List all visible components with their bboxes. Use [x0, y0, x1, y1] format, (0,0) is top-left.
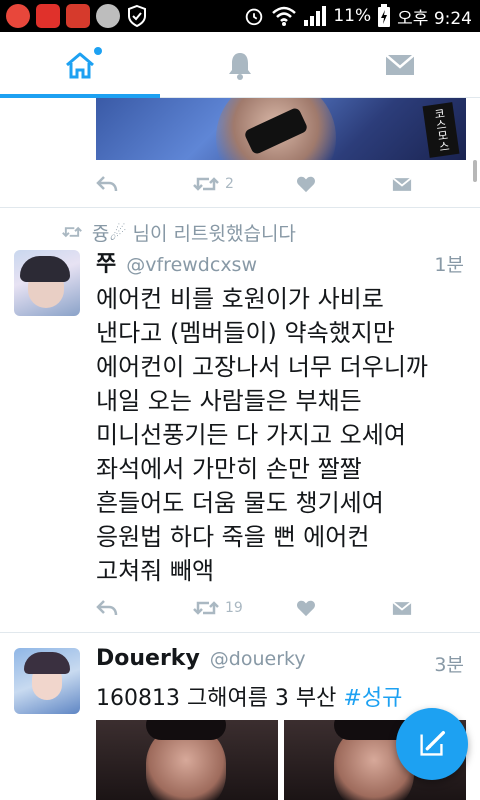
- scrollbar[interactable]: [473, 160, 477, 182]
- image-watermark: 코스모스: [422, 102, 460, 158]
- author-handle[interactable]: @vfrewdcxsw: [126, 254, 257, 276]
- settings-icon: [96, 4, 120, 28]
- avatar-content: [24, 652, 70, 674]
- tweet-timestamp: 1분: [434, 254, 464, 276]
- battery-percent: 11%: [333, 6, 372, 26]
- retweeted-by-label: 즁☄ 님이 리트윗했습니다: [92, 222, 296, 245]
- alarm-icon: [246, 8, 263, 26]
- envelope-icon: [385, 54, 415, 75]
- signal-icon: [304, 6, 327, 26]
- tweet-text-line: 낸다고 (멤버들이) 약속했지만: [96, 319, 395, 347]
- tab-bar: [0, 32, 480, 98]
- reply-button[interactable]: [96, 172, 118, 196]
- compose-tweet-button[interactable]: [396, 708, 468, 780]
- home-icon: [66, 52, 94, 79]
- retweet-button[interactable]: 19: [193, 596, 243, 620]
- reply-button[interactable]: [96, 596, 118, 620]
- tweet-text-line: 응원법 하다 죽을 뻔 에어컨: [96, 523, 370, 551]
- tab-notifications[interactable]: [160, 32, 320, 98]
- clock: 오후 9:24: [397, 8, 472, 29]
- battery-charging-icon: [378, 4, 391, 27]
- tweet-media-image[interactable]: 코스모스: [96, 98, 466, 160]
- tweet-text-line: 에어컨이 고장나서 너무 더우니까: [96, 353, 429, 381]
- bell-icon: [229, 53, 251, 80]
- tweet-text-line: 미니선풍기든 다 가지고 오세여: [96, 421, 406, 449]
- system-indicators: 11% 오후 9:24: [243, 3, 472, 29]
- retweet-count: 2: [225, 176, 234, 192]
- avatar-content: [20, 256, 70, 282]
- retweet-icon: [62, 226, 82, 238]
- tweet-timestamp: 3분: [434, 654, 464, 676]
- tweet-actions: 19: [96, 596, 426, 620]
- avatar[interactable]: [14, 250, 80, 316]
- new-content-dot: [94, 47, 102, 55]
- author-name[interactable]: 쭈: [96, 246, 116, 278]
- hashtag-link[interactable]: #성규: [343, 686, 402, 711]
- tweet-actions: 2: [96, 172, 426, 196]
- tweet-header: 쭈 @vfrewdcxsw: [96, 246, 257, 278]
- tweet-text-line: 흔들어도 더움 물도 챙기세여: [96, 489, 384, 517]
- reply-icon: [96, 176, 118, 192]
- author-handle[interactable]: @douerky: [210, 648, 306, 670]
- tweet-header: Douerky @douerky: [96, 646, 306, 676]
- share-dm-button[interactable]: [392, 172, 412, 196]
- tweet-text[interactable]: 160813 그해여름 3 부산 #성규: [96, 680, 402, 712]
- retweet-icon: [193, 177, 219, 191]
- app-notification-icon: [6, 4, 30, 28]
- avatar[interactable]: [14, 648, 80, 714]
- retweet-button[interactable]: 2: [193, 172, 234, 196]
- heart-icon: [297, 176, 315, 193]
- wifi-icon: [272, 6, 297, 26]
- tab-messages[interactable]: [320, 32, 480, 98]
- tab-home[interactable]: [0, 32, 160, 98]
- tweet-text-line: 내일 오는 사람들은 부채든: [96, 387, 362, 415]
- author-name[interactable]: Douerky: [96, 646, 200, 671]
- compose-icon: [420, 731, 445, 756]
- image-content: [146, 720, 226, 740]
- status-bar: 11% 오후 9:24: [0, 0, 480, 32]
- share-dm-button[interactable]: [392, 596, 412, 620]
- like-button[interactable]: [296, 596, 316, 620]
- app-notification-icon: [66, 4, 90, 28]
- app-notification-icon: [36, 4, 60, 28]
- envelope-icon: [392, 176, 412, 191]
- tweet-text[interactable]: 에어컨 비를 호원이가 사비로 낸다고 (멤버들이) 약속했지만 에어컨이 고장…: [96, 282, 466, 588]
- heart-icon: [297, 600, 315, 617]
- tweet-text-body: 160813 그해여름 3 부산: [96, 686, 344, 711]
- retweet-context[interactable]: 즁☄ 님이 리트윗했습니다: [62, 218, 296, 246]
- tweet-media-image[interactable]: [96, 720, 278, 800]
- reply-icon: [96, 600, 118, 616]
- retweet-icon: [193, 601, 219, 615]
- like-button[interactable]: [296, 172, 316, 196]
- tweet-text-line: 고쳐줘 빼액: [96, 557, 215, 585]
- retweet-count: 19: [225, 600, 243, 616]
- tweet-text-line: 에어컨 비를 호원이가 사비로: [96, 285, 384, 313]
- tweet-divider: [0, 207, 480, 208]
- notification-icons: [6, 4, 148, 28]
- envelope-icon: [392, 600, 412, 615]
- tweet-divider: [0, 632, 480, 633]
- shield-icon: [128, 4, 146, 28]
- tweet-text-line: 좌석에서 가만히 손만 짤짤: [96, 455, 362, 483]
